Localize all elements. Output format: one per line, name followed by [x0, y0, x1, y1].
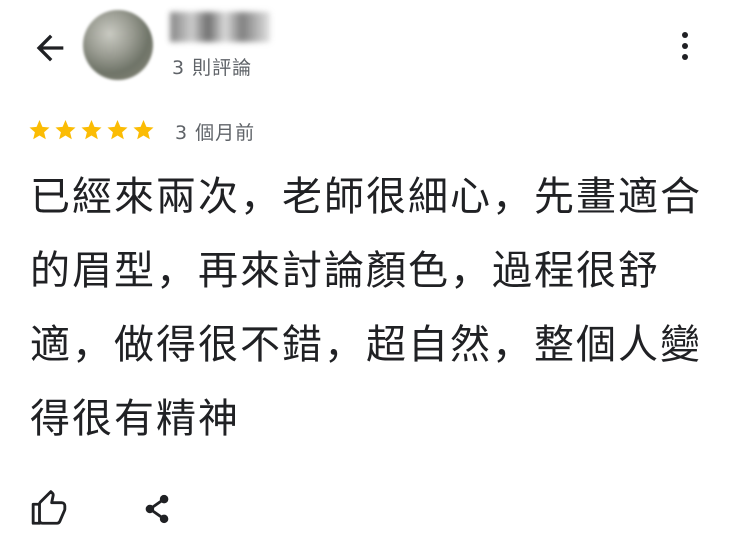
star-icon	[55, 120, 76, 140]
star-icon	[81, 120, 102, 140]
reviewer-name-obscured[interactable]	[170, 12, 270, 42]
reviewer-review-count: 3 則評論	[172, 57, 253, 79]
rating-stars	[27, 118, 156, 142]
reviewer-avatar[interactable]	[83, 10, 153, 80]
review-date: 3 個月前	[175, 122, 256, 144]
share-icon[interactable]	[140, 490, 174, 528]
star-icon	[29, 120, 50, 140]
thumb-up-icon[interactable]	[30, 490, 68, 528]
review-text: 已經來兩次，老師很細心，先畫適合的眉型，再來討論顏色，過程很舒適，做得很不錯，超…	[30, 174, 702, 442]
back-arrow-icon[interactable]	[30, 28, 70, 68]
more-vert-icon[interactable]	[675, 28, 695, 64]
star-icon	[133, 120, 154, 140]
star-icon	[107, 120, 128, 140]
